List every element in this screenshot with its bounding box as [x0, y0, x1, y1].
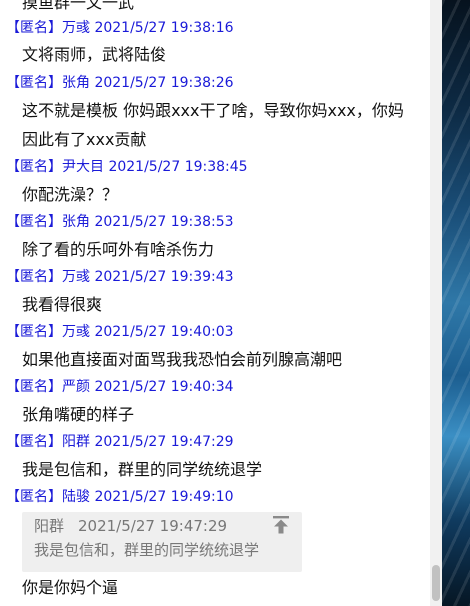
quoted-message-time: 2021/5/27 19:47:29	[78, 517, 228, 535]
quoted-reply[interactable]: 阳群 2021/5/27 19:47:29 我是包信和，群里的同学统统退学	[22, 512, 302, 572]
quoted-sender-name: 阳群	[34, 517, 65, 535]
message-header: 【匿名】张角 2021/5/27 19:38:26	[6, 73, 234, 93]
message-text: 文将雨师，武将陆俊	[22, 45, 167, 64]
message-header: 【匿名】万彧 2021/5/27 19:40:03	[6, 322, 234, 342]
sender-name[interactable]: 尹大目	[62, 159, 104, 175]
message-header: 【匿名】尹大目 2021/5/27 19:38:45	[6, 157, 248, 177]
message-header: 【匿名】张角 2021/5/27 19:38:53	[6, 212, 234, 232]
message-header: 【匿名】陆骏 2021/5/27 19:49:10	[6, 487, 234, 507]
message-time: 2021/5/27 19:49:10	[94, 489, 234, 505]
message-text: 因此有了xxx贡献	[22, 130, 147, 149]
sender-name[interactable]: 万彧	[62, 324, 90, 340]
message-time: 2021/5/27 19:39:43	[94, 269, 234, 285]
chat-scrollbar[interactable]	[430, 0, 442, 606]
anonymous-tag: 【匿名】	[6, 159, 62, 175]
message-text: 如果他直接面对面骂我我恐怕会前列腺高潮吧	[22, 350, 343, 369]
message-text: 张角嘴硬的样子	[22, 405, 135, 424]
quoted-message-text: 我是包信和，群里的同学统统退学	[34, 541, 260, 559]
message-text: 我是包信和，群里的同学统统退学	[22, 460, 263, 479]
message-header: 【匿名】万彧 2021/5/27 19:39:43	[6, 267, 234, 287]
sender-name[interactable]: 严颜	[62, 379, 90, 395]
chat-message-list[interactable]: 摸鱼群一文一武 【匿名】万彧 2021/5/27 19:38:16 文将雨师，武…	[0, 0, 430, 606]
scrollbar-thumb[interactable]	[432, 565, 440, 601]
message-time: 2021/5/27 19:47:29	[94, 434, 234, 450]
anonymous-tag: 【匿名】	[6, 379, 62, 395]
message-header: 【匿名】严颜 2021/5/27 19:40:34	[6, 377, 234, 397]
message-time: 2021/5/27 19:40:03	[94, 324, 234, 340]
anonymous-tag: 【匿名】	[6, 214, 62, 230]
message-time: 2021/5/27 19:40:34	[94, 379, 234, 395]
sender-name[interactable]: 陆骏	[62, 489, 90, 505]
anonymous-tag: 【匿名】	[6, 75, 62, 91]
anonymous-tag: 【匿名】	[6, 434, 62, 450]
sender-name[interactable]: 阳群	[62, 434, 90, 450]
anonymous-tag: 【匿名】	[6, 324, 62, 340]
message-header: 【匿名】阳群 2021/5/27 19:47:29	[6, 432, 234, 452]
anonymous-tag: 【匿名】	[6, 269, 62, 285]
background-image-edge	[442, 0, 470, 606]
jump-to-top-icon[interactable]	[272, 515, 290, 535]
message-time: 2021/5/27 19:38:53	[94, 214, 234, 230]
message-text: 你是你妈个逼	[22, 578, 119, 597]
message-time: 2021/5/27 19:38:26	[94, 75, 234, 91]
message-header: 【匿名】万彧 2021/5/27 19:38:16	[6, 18, 234, 38]
anonymous-tag: 【匿名】	[6, 20, 62, 36]
sender-name[interactable]: 张角	[62, 75, 90, 91]
sender-name[interactable]: 万彧	[62, 269, 90, 285]
message-text: 除了看的乐呵外有啥杀伤力	[22, 240, 215, 259]
anonymous-tag: 【匿名】	[6, 489, 62, 505]
message-text: 我看得很爽	[22, 295, 103, 314]
message-text: 摸鱼群一文一武	[22, 0, 135, 12]
message-time: 2021/5/27 19:38:16	[94, 20, 234, 36]
sender-name[interactable]: 张角	[62, 214, 90, 230]
message-time: 2021/5/27 19:38:45	[108, 159, 248, 175]
message-text: 你配洗澡？？	[22, 185, 119, 204]
message-text: 这不就是模板 你妈跟xxx干了啥，导致你妈xxx，你妈	[22, 101, 404, 120]
sender-name[interactable]: 万彧	[62, 20, 90, 36]
